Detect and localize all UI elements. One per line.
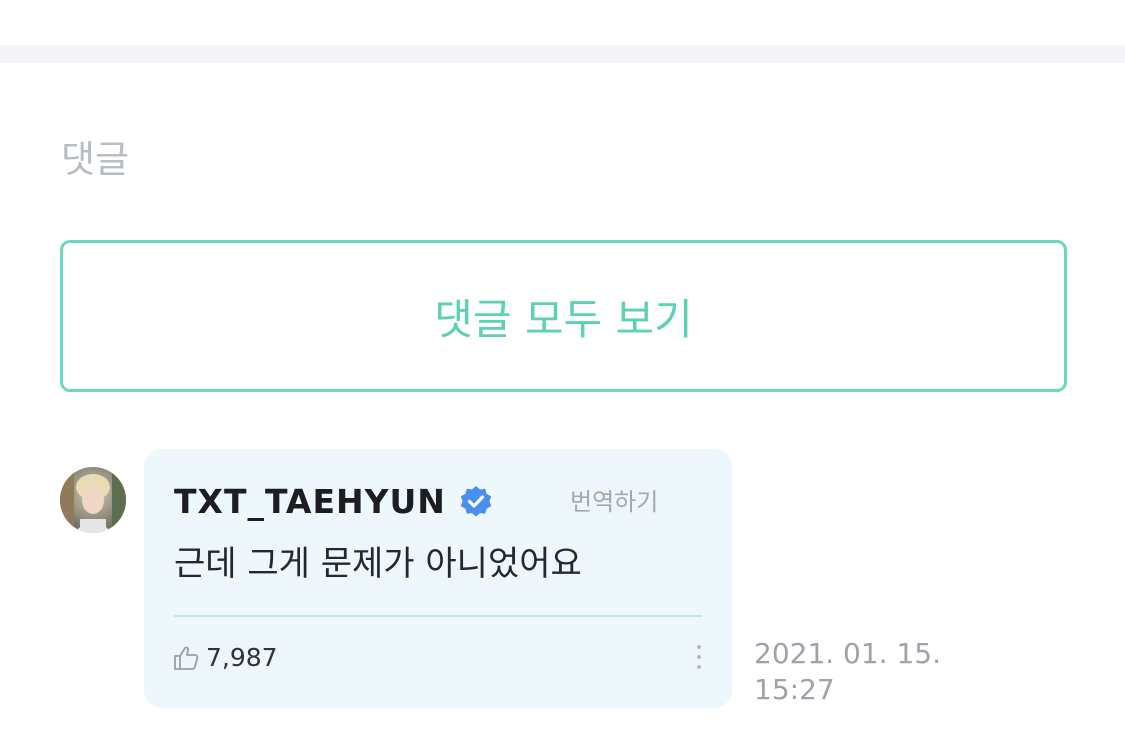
avatar-image <box>60 467 126 533</box>
thumbs-up-icon <box>172 644 200 672</box>
view-all-comments-button[interactable]: 댓글 모두 보기 <box>60 240 1067 392</box>
comment-date: 2021. 01. 15. <box>754 637 942 670</box>
section-divider <box>0 45 1125 63</box>
comment-divider <box>174 615 702 617</box>
author-name[interactable]: TXT_TAEHYUN <box>174 482 446 521</box>
like-button[interactable]: 7,987 <box>172 643 278 672</box>
verified-badge-icon <box>458 484 494 520</box>
avatar[interactable] <box>60 467 126 533</box>
comments-heading: 댓글 <box>61 138 130 181</box>
comment-time: 15:27 <box>754 673 835 706</box>
comment-text: 근데 그게 문제가 아니었어요 <box>174 544 582 584</box>
more-vertical-icon[interactable] <box>692 645 706 675</box>
comment-timestamp: 2021. 01. 15. 15:27 <box>754 636 954 708</box>
translate-button[interactable]: 번역하기 <box>570 482 658 517</box>
comment-bubble: TXT_TAEHYUN 번역하기 근데 그게 문제가 아니었어요 7,987 <box>144 449 732 708</box>
comments-page: 댓글 댓글 모두 보기 TXT_TAEHYUN 번역하기 근데 그게 문제가 아… <box>0 0 1125 731</box>
comment-author: TXT_TAEHYUN <box>174 482 494 521</box>
comment-item: TXT_TAEHYUN 번역하기 근데 그게 문제가 아니었어요 7,987 2… <box>60 449 1125 709</box>
like-count: 7,987 <box>206 643 278 672</box>
